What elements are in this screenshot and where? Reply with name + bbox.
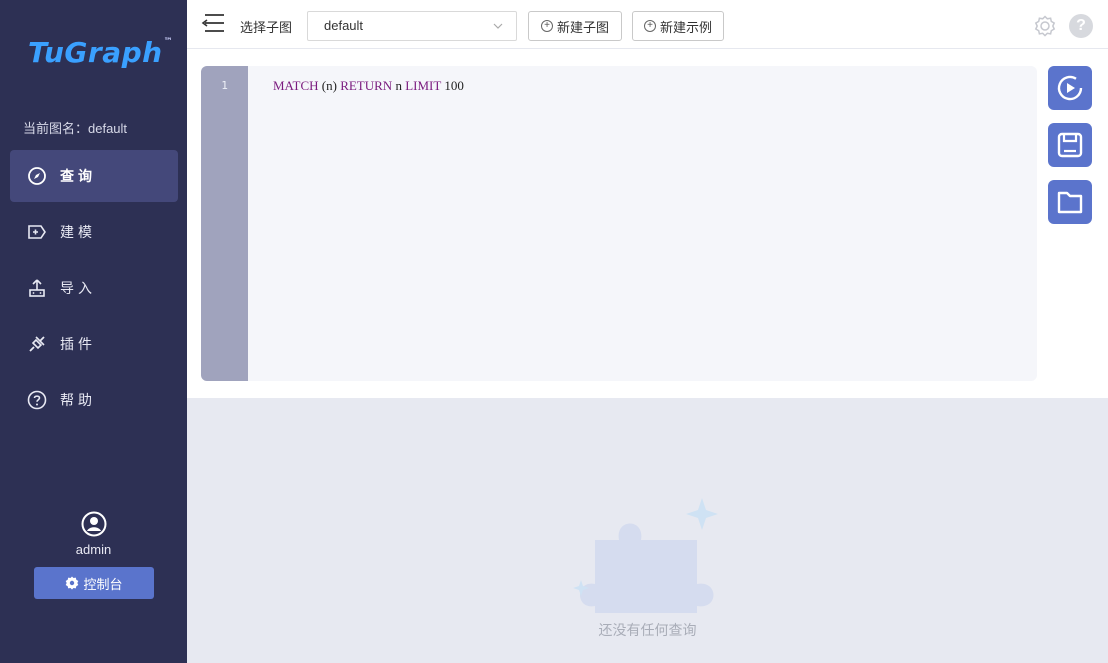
results-panel: 还没有任何查询 bbox=[187, 398, 1108, 663]
code-token: LIMIT bbox=[405, 78, 442, 93]
sidebar-item-plugins[interactable]: 插件 bbox=[10, 318, 178, 370]
new-example-label: 新建示例 bbox=[659, 19, 712, 35]
plus-circle-icon: + bbox=[643, 20, 656, 32]
chevron-down-icon bbox=[492, 20, 504, 35]
tugraph-logo: TuGraph™ bbox=[28, 36, 174, 69]
code-token: MATCH bbox=[273, 78, 319, 93]
question-circle-icon bbox=[26, 389, 48, 411]
save-query-button[interactable] bbox=[1048, 123, 1092, 167]
new-subgraph-label: 新建子图 bbox=[556, 19, 609, 35]
plus-circle-icon: + bbox=[540, 20, 553, 32]
sidebar-item-label: 查询 bbox=[60, 168, 96, 184]
console-button[interactable]: 控制台 bbox=[34, 567, 154, 599]
line-number: 1 bbox=[221, 79, 228, 92]
current-graph-label: 当前图名：default bbox=[23, 121, 128, 136]
run-query-button[interactable] bbox=[1048, 66, 1092, 110]
sidebar-item-help[interactable]: 帮助 bbox=[10, 374, 178, 426]
query-code[interactable]: MATCH (n) RETURN n LIMIT 100 bbox=[273, 78, 464, 94]
user-avatar-icon bbox=[81, 511, 106, 537]
new-subgraph-button[interactable]: + 新建子图 bbox=[528, 11, 622, 41]
sidebar-item-modeling[interactable]: 建模 bbox=[10, 206, 178, 258]
open-query-button[interactable] bbox=[1048, 180, 1092, 224]
plugin-icon bbox=[26, 333, 48, 355]
code-token: RETURN bbox=[340, 78, 393, 93]
sidebar-item-label: 建模 bbox=[60, 224, 96, 240]
sidebar-item-import[interactable]: 导入 bbox=[10, 262, 178, 314]
subgraph-select-value: default bbox=[324, 18, 364, 33]
code-token: 100 bbox=[441, 78, 464, 93]
sidebar-item-query[interactable]: 查询 bbox=[10, 150, 178, 202]
code-token: n bbox=[392, 78, 406, 93]
avatar[interactable] bbox=[0, 511, 187, 542]
empty-state-text: 还没有任何查询 bbox=[598, 622, 697, 638]
app-root: TuGraph™ 当前图名：default 查询 建模 导入 插件 帮助 adm… bbox=[0, 0, 1108, 663]
line-gutter: 1 bbox=[201, 66, 248, 381]
sidebar: TuGraph™ 当前图名：default 查询 建模 导入 插件 帮助 adm… bbox=[0, 0, 187, 663]
save-icon bbox=[1057, 132, 1083, 158]
code-token: (n) bbox=[318, 78, 341, 93]
sidebar-item-label: 帮助 bbox=[60, 392, 96, 408]
help-icon[interactable]: ? bbox=[1069, 14, 1093, 38]
play-circle-icon bbox=[1057, 75, 1083, 101]
user-name: admin bbox=[75, 542, 112, 557]
top-toolbar: 选择子图 default + 新建子图 + 新建示例 ? bbox=[187, 0, 1108, 49]
empty-puzzle-illustration bbox=[573, 498, 718, 613]
settings-gear-icon[interactable] bbox=[1033, 14, 1057, 43]
new-example-button[interactable]: + 新建示例 bbox=[632, 11, 724, 41]
console-label: 控制台 bbox=[83, 576, 123, 592]
upload-icon bbox=[26, 277, 48, 299]
subgraph-select[interactable]: default bbox=[307, 11, 517, 41]
model-tag-icon bbox=[26, 221, 48, 243]
folder-icon bbox=[1057, 191, 1083, 214]
sidebar-item-label: 插件 bbox=[60, 336, 96, 352]
query-editor[interactable]: 1 MATCH (n) RETURN n LIMIT 100 bbox=[201, 66, 1037, 381]
gear-icon bbox=[66, 576, 79, 590]
collapse-menu-icon[interactable] bbox=[200, 12, 226, 39]
compass-icon bbox=[26, 165, 48, 187]
sidebar-item-label: 导入 bbox=[60, 280, 96, 296]
select-subgraph-label: 选择子图 bbox=[240, 20, 293, 35]
